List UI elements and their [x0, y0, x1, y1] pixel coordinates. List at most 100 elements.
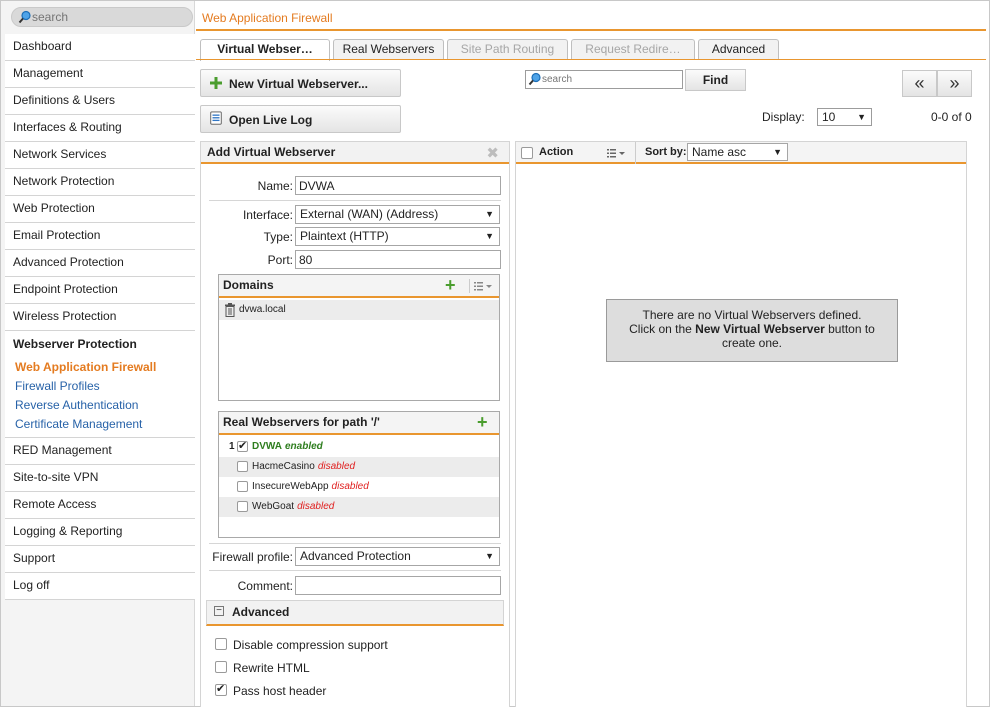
sidebar-subitem-certificate-management[interactable]: Certificate Management — [5, 415, 195, 434]
dropdown-arrow-icon: ▼ — [857, 112, 866, 122]
advanced-title: Advanced — [232, 605, 290, 619]
next-page-button[interactable]: » — [937, 70, 972, 97]
sidebar-item-logging-and-reporting[interactable]: Logging & Reporting — [5, 519, 195, 546]
sidebar-item-email-protection[interactable]: Email Protection — [5, 223, 195, 250]
result-count: 0-0 of 0 — [931, 110, 972, 124]
select-all-checkbox[interactable] — [521, 147, 533, 159]
sidebar-search[interactable] — [11, 7, 193, 27]
dropdown-arrow-icon: ▼ — [773, 147, 782, 157]
real-webserver-label: DVWA enabled — [252, 441, 323, 452]
tab-real-webservers[interactable]: Real Webservers — [333, 39, 444, 60]
display-count-select[interactable]: 10 ▼ — [817, 108, 872, 126]
action-label[interactable]: Action — [539, 146, 573, 158]
real-webserver-name: WebGoat — [252, 501, 295, 512]
sidebar-item-interfaces-and-routing[interactable]: Interfaces & Routing — [5, 115, 195, 142]
domains-box: Domains + dvwa.local — [218, 274, 500, 401]
real-webserver-row: WebGoat disabled — [219, 497, 499, 517]
sidebar-item-wireless-protection[interactable]: Wireless Protection — [5, 304, 195, 331]
header-divider — [196, 29, 986, 31]
sidebar-item-support[interactable]: Support — [5, 546, 195, 573]
list-options-icon[interactable] — [469, 279, 495, 293]
real-webservers-header: Real Webservers for path '/' + — [219, 412, 499, 435]
sidebar-search-input[interactable] — [32, 9, 182, 25]
sidebar-item-definitions-and-users[interactable]: Definitions & Users — [5, 88, 195, 115]
page-title: Web Application Firewall — [202, 11, 333, 25]
find-button[interactable]: Find — [685, 69, 746, 91]
sidebar-item-remote-access[interactable]: Remote Access — [5, 492, 195, 519]
tab-virtual-webservers[interactable]: Virtual Webser… — [200, 39, 330, 61]
add-domain-icon[interactable]: + — [445, 276, 456, 294]
interface-label: Interface: — [242, 208, 293, 222]
real-webserver-label: HacmeCasino disabled — [252, 461, 355, 472]
sidebar-item-web-protection[interactable]: Web Protection — [5, 196, 195, 223]
real-webserver-label: WebGoat disabled — [252, 501, 334, 512]
trash-icon[interactable] — [224, 303, 236, 317]
port-field[interactable] — [295, 250, 501, 269]
type-value: Plaintext (HTTP) — [300, 229, 389, 243]
tab-request-redirection[interactable]: Request Redire… — [571, 39, 695, 60]
real-webserver-checkbox[interactable] — [237, 439, 248, 452]
option-checkbox[interactable] — [215, 661, 227, 673]
sidebar-item-site-to-site-vpn[interactable]: Site-to-site VPN — [5, 465, 195, 492]
real-webserver-row: 1 DVWAenabled — [219, 437, 499, 457]
open-live-log-button[interactable]: Open Live Log — [200, 105, 401, 133]
nav-group-title[interactable]: Webserver Protection — [5, 331, 195, 358]
close-icon[interactable]: ✖ — [486, 144, 499, 162]
type-select[interactable]: Plaintext (HTTP) ▼ — [295, 227, 500, 246]
collapse-icon[interactable]: − — [214, 606, 224, 616]
sidebar-item-management[interactable]: Management — [5, 61, 195, 88]
comment-field[interactable] — [295, 576, 501, 595]
sidebar-item-network-services[interactable]: Network Services — [5, 142, 195, 169]
sidebar-item-log-off[interactable]: Log off — [5, 573, 195, 600]
option-checkbox[interactable] — [215, 638, 227, 650]
list-search[interactable] — [525, 70, 683, 89]
list-options-icon[interactable] — [606, 146, 632, 160]
add-real-webserver-icon[interactable]: + — [477, 413, 488, 431]
domains-header: Domains + — [219, 275, 499, 298]
sidebar-subitem-reverse-authentication[interactable]: Reverse Authentication — [5, 396, 195, 415]
real-webserver-status: disabled — [331, 481, 369, 492]
empty-state-message: There are no Virtual Webservers defined.… — [606, 299, 898, 362]
domain-name: dvwa.local — [239, 304, 286, 315]
list-search-input[interactable] — [542, 72, 680, 87]
real-webserver-checkbox[interactable] — [237, 461, 248, 472]
sidebar-item-red-management[interactable]: RED Management — [5, 438, 195, 465]
name-field[interactable] — [295, 176, 501, 195]
nav-menu: Dashboard Management Definitions & Users In… — [5, 34, 195, 600]
real-webserver-name: HacmeCasino — [252, 461, 315, 472]
sidebar-subitem-web-application-firewall[interactable]: Web Application Firewall — [5, 358, 195, 377]
sidebar-item-endpoint-protection[interactable]: Endpoint Protection — [5, 277, 195, 304]
real-webserver-status: disabled — [297, 501, 335, 512]
empty-message-text: Click on the — [629, 322, 696, 336]
empty-message-text: button to — [824, 322, 875, 336]
sidebar-item-advanced-protection[interactable]: Advanced Protection — [5, 250, 195, 277]
tab-advanced[interactable]: Advanced — [698, 39, 779, 60]
tab-site-path-routing[interactable]: Site Path Routing — [447, 39, 568, 60]
plus-icon — [210, 77, 222, 89]
firewall-profile-select[interactable]: Advanced Protection ▼ — [295, 547, 500, 566]
sidebar: DashboardManagementDefinitions & UsersIn… — [1, 1, 195, 706]
display-label: Display: — [762, 110, 805, 124]
option-checkbox[interactable] — [215, 682, 227, 696]
empty-message-line3: create one. — [721, 336, 783, 350]
sort-select[interactable]: Name asc ▼ — [687, 143, 788, 161]
sort-by-label: Sort by: — [645, 146, 687, 158]
real-webserver-checkbox[interactable] — [237, 481, 248, 492]
prev-page-button[interactable]: « — [902, 70, 937, 97]
sidebar-subitem-firewall-profiles[interactable]: Firewall Profiles — [5, 377, 195, 396]
divider — [209, 543, 501, 544]
real-webserver-status: enabled — [285, 441, 323, 452]
sidebar-item-dashboard[interactable]: Dashboard — [5, 34, 195, 61]
advanced-section-header[interactable]: − Advanced — [206, 600, 504, 626]
real-webservers-title: Real Webservers for path '/' — [223, 415, 380, 429]
real-webserver-checkbox[interactable] — [237, 501, 248, 512]
interface-select[interactable]: External (WAN) (Address) ▼ — [295, 205, 500, 224]
divider — [635, 142, 636, 164]
domain-row[interactable]: dvwa.local — [219, 300, 499, 320]
sidebar-item-network-protection[interactable]: Network Protection — [5, 169, 195, 196]
empty-message-line1: There are no Virtual Webservers defined. — [642, 308, 862, 322]
nav-group-webserver-protection: Webserver Protection Web Application Fir… — [5, 331, 195, 438]
option-label: Rewrite HTML — [233, 661, 310, 675]
name-label: Name: — [257, 179, 293, 193]
new-virtual-webserver-button[interactable]: New Virtual Webserver... — [200, 69, 401, 97]
